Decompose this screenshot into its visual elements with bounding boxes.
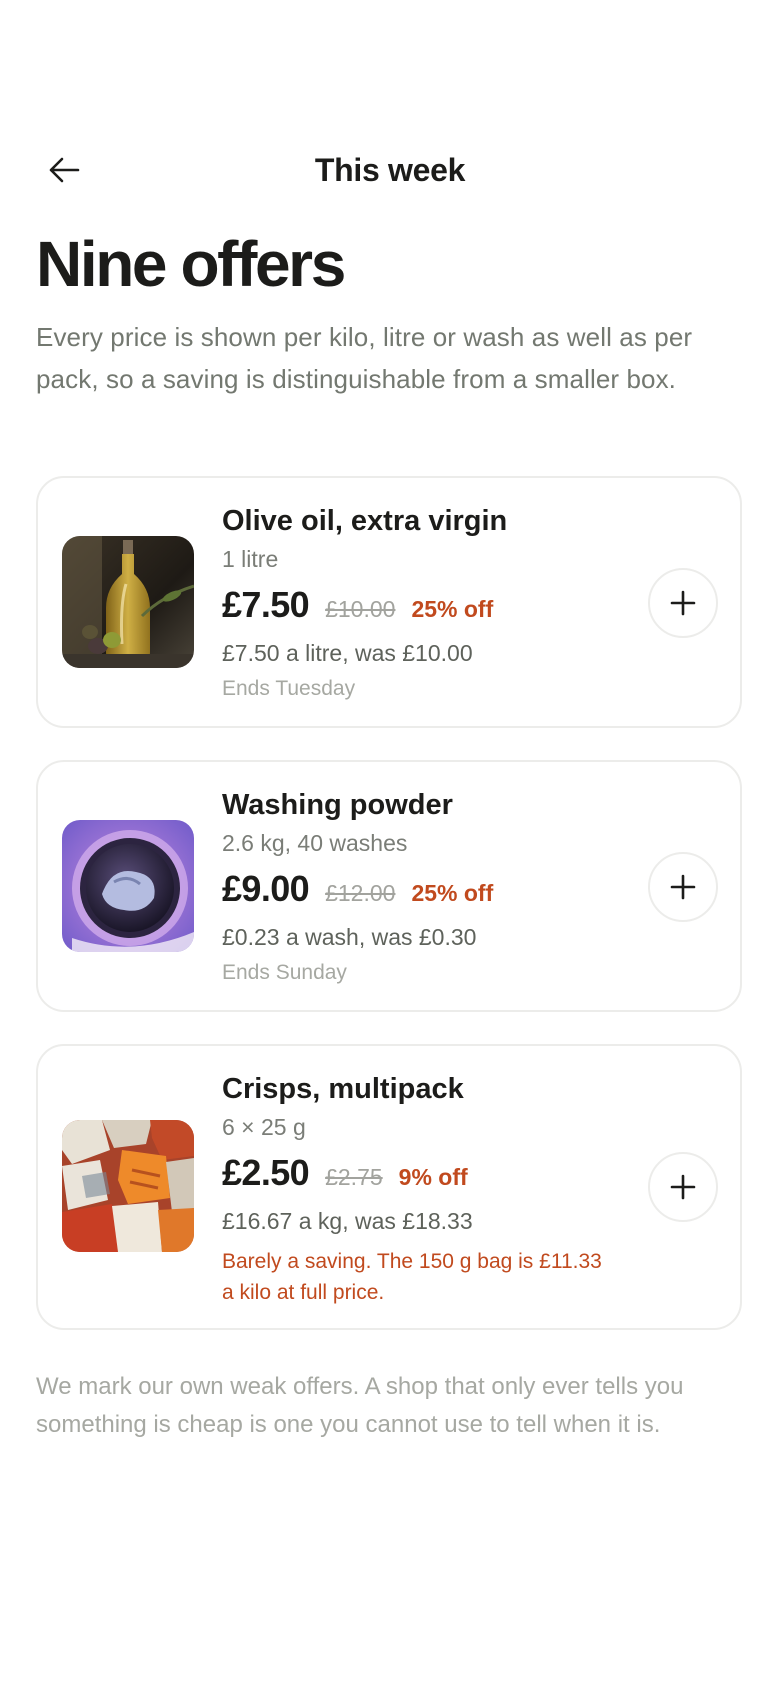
plus-icon: [670, 590, 696, 616]
discount-label: 9% off: [398, 1164, 468, 1190]
discount-label: 25% off: [411, 880, 494, 906]
price-row: £7.50 £10.00 25% off: [222, 584, 642, 630]
offer-card-olive-oil[interactable]: Olive oil, extra virgin 1 litre £7.50 £1…: [36, 476, 742, 728]
price-row: £2.50 £2.75 9% off: [222, 1152, 642, 1198]
offer-price: £9.00: [222, 868, 310, 909]
olive-oil-image: [62, 536, 194, 668]
offer-end-date: Ends Sunday: [222, 961, 347, 984]
offer-info: Olive oil, extra virgin 1 litre £7.50 £1…: [222, 502, 642, 704]
intro-text: Every price is shown per kilo, litre or …: [36, 322, 693, 394]
product-name: Crisps, multipack: [222, 1073, 464, 1105]
plus-icon: [670, 1174, 696, 1200]
was-price: £12.00: [325, 880, 396, 906]
unit-price: £16.67 a kg, was £18.33: [222, 1208, 473, 1234]
product-name: Washing powder: [222, 789, 453, 821]
top-bar: This week: [0, 140, 780, 200]
page-title: Nine offers: [36, 228, 346, 300]
header-title: This week: [314, 152, 466, 188]
unit-price: £0.23 a wash, was £0.30: [222, 924, 477, 950]
offer-info: Crisps, multipack 6 × 25 g £2.50 £2.75 9…: [222, 1070, 642, 1308]
offer-card-washing-powder[interactable]: Washing powder 2.6 kg, 40 washes £9.00 £…: [36, 760, 742, 1012]
add-to-basket-button[interactable]: [648, 568, 718, 638]
discount-label: 25% off: [411, 596, 494, 622]
crisps-image: [62, 1120, 194, 1252]
product-size: 6 × 25 g: [222, 1114, 306, 1140]
offer-price: £2.50: [222, 1152, 310, 1193]
offer-info: Washing powder 2.6 kg, 40 washes £9.00 £…: [222, 786, 642, 988]
offer-card-crisps[interactable]: Crisps, multipack 6 × 25 g £2.50 £2.75 9…: [36, 1044, 742, 1330]
offer-end-date: Ends Tuesday: [222, 677, 356, 700]
was-price: £2.75: [325, 1164, 383, 1190]
footer-note: We mark our own weak offers. A shop that…: [36, 1373, 684, 1438]
weak-offer-warning: Barely a saving. The 150 g bag is £11.33…: [222, 1250, 602, 1304]
plus-icon: [670, 874, 696, 900]
offer-price: £7.50: [222, 584, 310, 625]
add-to-basket-button[interactable]: [648, 1152, 718, 1222]
product-size: 1 litre: [222, 546, 279, 572]
price-row: £9.00 £12.00 25% off: [222, 868, 642, 914]
unit-price: £7.50 a litre, was £10.00: [222, 640, 473, 666]
was-price: £10.00: [325, 596, 396, 622]
washing-powder-image: [62, 820, 194, 952]
product-name: Olive oil, extra virgin: [222, 505, 508, 537]
product-size: 2.6 kg, 40 washes: [222, 830, 408, 856]
add-to-basket-button[interactable]: [648, 852, 718, 922]
